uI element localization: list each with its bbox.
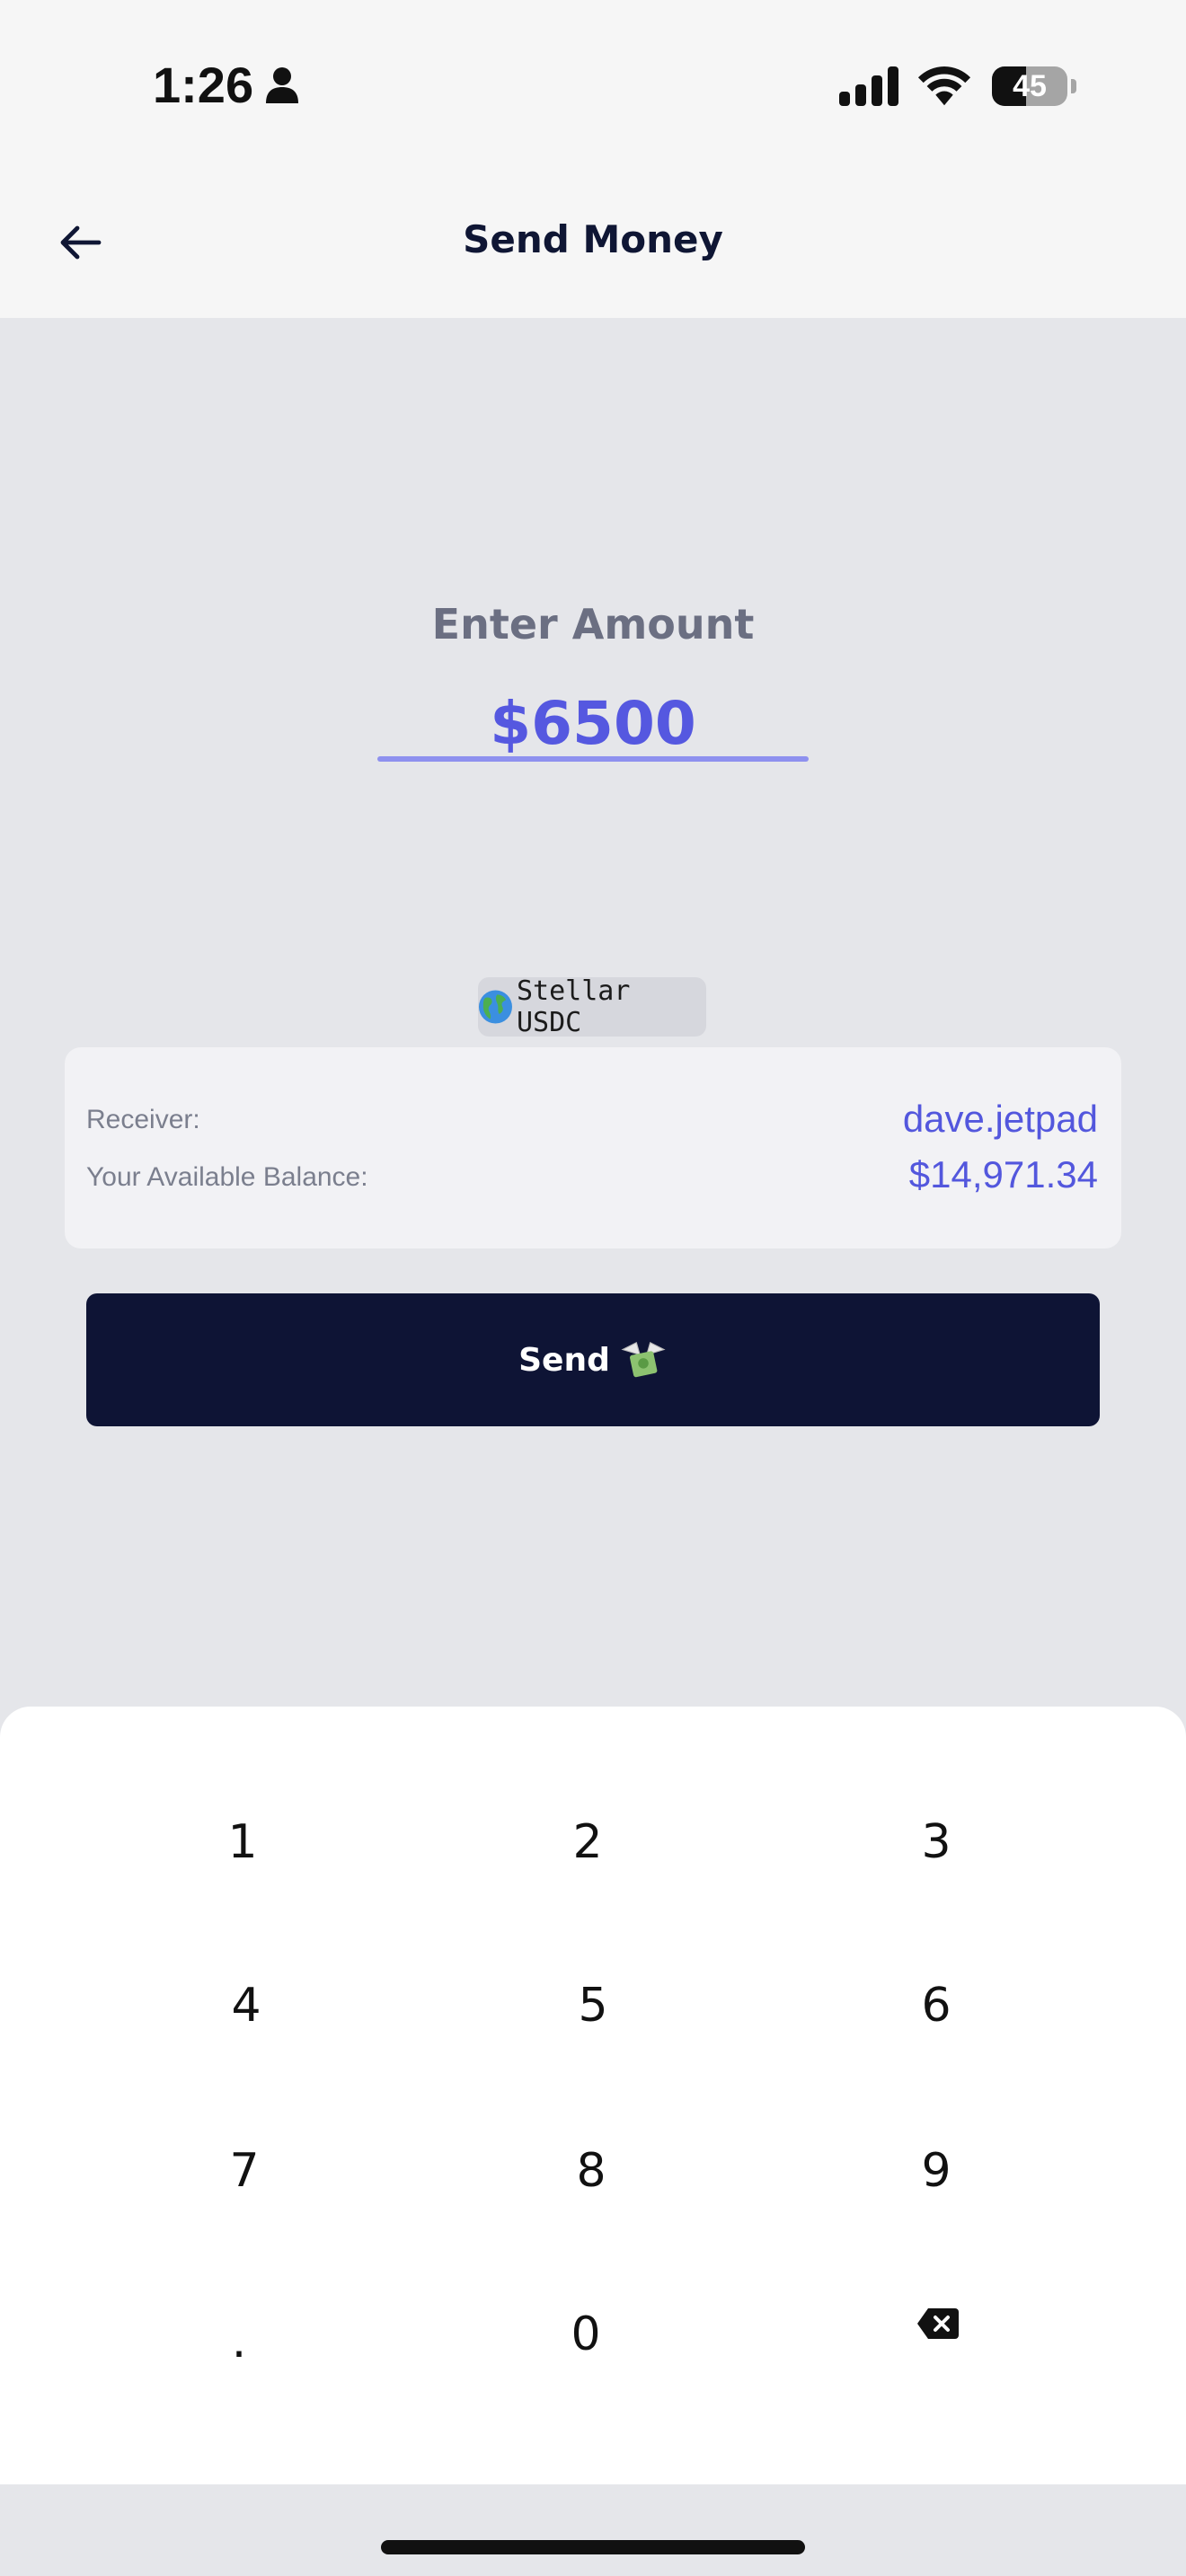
- battery-indicator: 45: [992, 66, 1076, 106]
- key-5[interactable]: 5: [458, 1938, 728, 2073]
- home-indicator: [381, 2540, 805, 2554]
- backspace-icon: [917, 2308, 959, 2339]
- numeric-keypad: 1 2 3 4 5 6 7 8 9 . 0: [0, 1707, 1186, 2484]
- status-time-text: 1:26: [153, 57, 254, 113]
- network-chip[interactable]: Stellar USDC: [478, 975, 706, 1038]
- key-6[interactable]: 6: [801, 1938, 1071, 2073]
- key-1[interactable]: 1: [108, 1775, 377, 1910]
- transfer-details-card: Receiver: dave.jetpad Your Available Bal…: [65, 1047, 1121, 1248]
- key-4[interactable]: 4: [111, 1938, 381, 2073]
- balance-value: $14,971.34: [908, 1153, 1098, 1195]
- status-time: 1:26: [153, 56, 300, 114]
- backspace-key[interactable]: [803, 2256, 1073, 2391]
- key-0[interactable]: 0: [451, 2267, 721, 2402]
- receiver-value: dave.jetpad: [902, 1098, 1098, 1140]
- send-button-label: Send: [518, 1341, 610, 1379]
- enter-amount-label: Enter Amount: [431, 600, 755, 648]
- amount-underline: [377, 756, 809, 762]
- balance-label: Your Available Balance:: [86, 1162, 368, 1192]
- person-icon: [266, 66, 299, 103]
- battery-body: 45: [992, 66, 1067, 106]
- wifi-icon: [917, 66, 971, 106]
- globe-icon: [478, 990, 512, 1024]
- key-8[interactable]: 8: [456, 2104, 726, 2238]
- key-2[interactable]: 2: [453, 1775, 722, 1910]
- send-button[interactable]: Send: [86, 1293, 1100, 1426]
- cellular-signal-icon: [839, 66, 898, 106]
- battery-percent: 45: [1013, 69, 1047, 103]
- key-9[interactable]: 9: [801, 2104, 1071, 2238]
- key-7[interactable]: 7: [110, 2104, 379, 2238]
- money-with-wings-icon: [621, 1342, 666, 1378]
- key-decimal[interactable]: .: [104, 2274, 374, 2409]
- network-label: Stellar USDC: [516, 975, 631, 1038]
- page-title: Send Money: [463, 217, 723, 261]
- amount-input[interactable]: [377, 686, 809, 760]
- battery-nub: [1071, 79, 1076, 93]
- receiver-label: Receiver:: [86, 1105, 200, 1134]
- key-3[interactable]: 3: [801, 1775, 1071, 1910]
